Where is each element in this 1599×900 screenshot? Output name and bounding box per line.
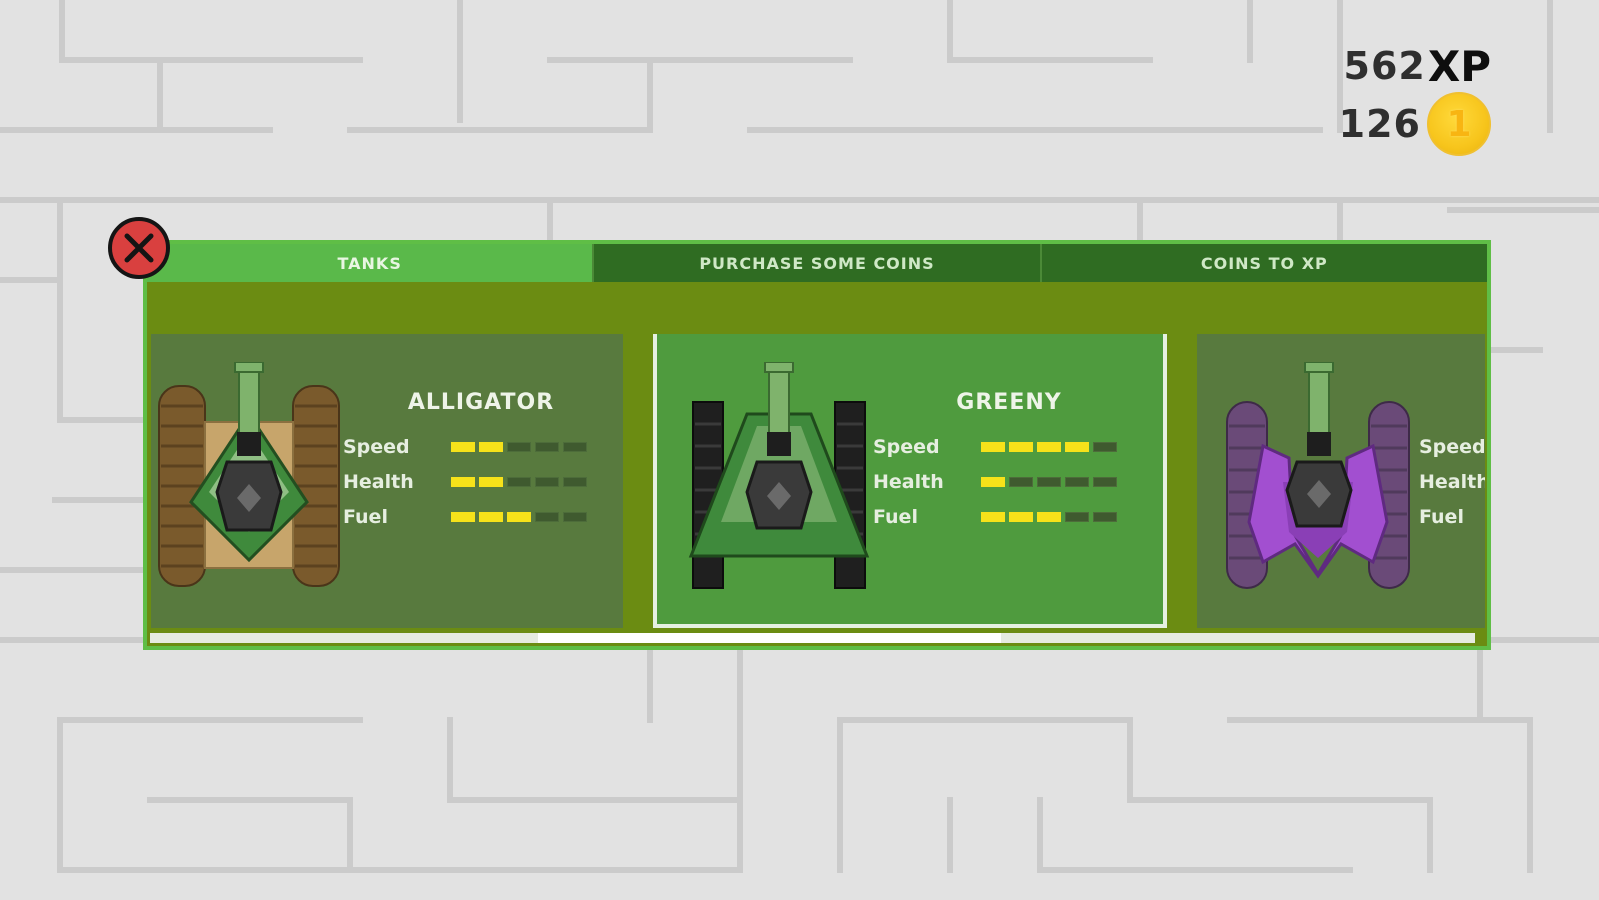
stat-pip (563, 477, 587, 487)
stat-pip (479, 442, 503, 452)
xp-display: 562 XP (1339, 40, 1492, 92)
stat-pip (981, 477, 1005, 487)
tank-name: ALLIGATOR (407, 390, 555, 415)
stat-label: Fuel (1419, 506, 1464, 528)
carousel-scrollbar[interactable] (150, 633, 1475, 643)
stat-pip (535, 442, 559, 452)
health-bar (451, 477, 587, 487)
stat-label: Speed (873, 436, 940, 458)
stat-pip (1037, 477, 1061, 487)
tab-coins-to-xp-label: COINS TO XP (1200, 253, 1328, 273)
stat-pip (1065, 477, 1089, 487)
stat-pip (451, 512, 475, 522)
stat-pip (563, 442, 587, 452)
coins-display: 126 1 (1338, 92, 1491, 156)
stat-pip (1037, 512, 1061, 522)
fuel-bar (451, 512, 587, 522)
stat-pip (451, 442, 475, 452)
coin-glyph: 1 (1446, 103, 1472, 145)
stat-label: Speed (1419, 436, 1485, 458)
close-icon (124, 233, 154, 263)
close-button[interactable] (108, 217, 170, 279)
stat-pip (507, 477, 531, 487)
stat-speed: Speed (1419, 436, 1485, 458)
stat-label: Speed (343, 436, 410, 458)
tab-tanks[interactable]: TANKS (147, 244, 595, 282)
purple-tank-icon (1226, 362, 1410, 589)
greeny-tank-icon (688, 362, 870, 589)
stat-health: Health (873, 471, 1117, 493)
scrollbar-thumb[interactable] (537, 633, 1002, 643)
stat-health: Health (1419, 471, 1485, 493)
stat-fuel: Fuel (1419, 506, 1485, 528)
alligator-tank-icon (158, 362, 340, 587)
speed-bar (981, 442, 1117, 452)
stat-label: Health (1419, 471, 1485, 493)
stat-label: Health (873, 471, 944, 493)
stat-pip (1093, 512, 1117, 522)
tab-tanks-label: TANKS (337, 253, 402, 273)
stat-label: Fuel (873, 506, 918, 528)
stat-pip (981, 442, 1005, 452)
stat-label: Fuel (343, 506, 388, 528)
xp-unit: XP (1427, 41, 1491, 91)
stat-speed: Speed (343, 436, 587, 458)
stat-pip (1009, 477, 1033, 487)
health-bar (981, 477, 1117, 487)
coins-value: 126 (1338, 102, 1421, 146)
speed-bar (451, 442, 587, 452)
stat-pip (535, 477, 559, 487)
tank-card-alligator[interactable]: ALLIGATOR Speed Health Fuel (151, 334, 623, 628)
stat-pip (1009, 442, 1033, 452)
stat-pip (1065, 442, 1089, 452)
tank-card-purple[interactable]: Speed Health Fuel (1197, 334, 1485, 628)
stat-pip (479, 477, 503, 487)
tab-purchase-coins-label: PURCHASE SOME COINS (699, 253, 935, 273)
stat-pip (1065, 512, 1089, 522)
fuel-bar (981, 512, 1117, 522)
shop-panel: TANKS PURCHASE SOME COINS COINS TO XP AL… (143, 240, 1491, 650)
stat-pip (563, 512, 587, 522)
stat-pip (1093, 477, 1117, 487)
shop-tabs: TANKS PURCHASE SOME COINS COINS TO XP (147, 244, 1487, 282)
tab-coins-to-xp[interactable]: COINS TO XP (1041, 244, 1487, 282)
tank-name: GREENY (956, 390, 1062, 415)
stat-fuel: Fuel (343, 506, 587, 528)
stat-label: Health (343, 471, 414, 493)
stat-pip (479, 512, 503, 522)
tab-purchase-coins[interactable]: PURCHASE SOME COINS (594, 244, 1042, 282)
tank-carousel[interactable]: ALLIGATOR Speed Health Fuel GREENY Speed… (151, 334, 1485, 628)
stat-pip (1037, 442, 1061, 452)
stat-pip (507, 512, 531, 522)
tank-card-greeny[interactable]: GREENY Speed Health Fuel (653, 334, 1167, 628)
xp-value: 562 (1343, 44, 1426, 88)
stat-pip (451, 477, 475, 487)
stat-pip (507, 442, 531, 452)
stat-pip (981, 512, 1005, 522)
stat-speed: Speed (873, 436, 1117, 458)
stat-pip (1009, 512, 1033, 522)
stat-pip (1093, 442, 1117, 452)
stat-health: Health (343, 471, 587, 493)
stat-pip (535, 512, 559, 522)
coin-icon: 1 (1427, 92, 1491, 156)
currency-hud: 562 XP 126 1 (1338, 40, 1492, 156)
stat-fuel: Fuel (873, 506, 1117, 528)
